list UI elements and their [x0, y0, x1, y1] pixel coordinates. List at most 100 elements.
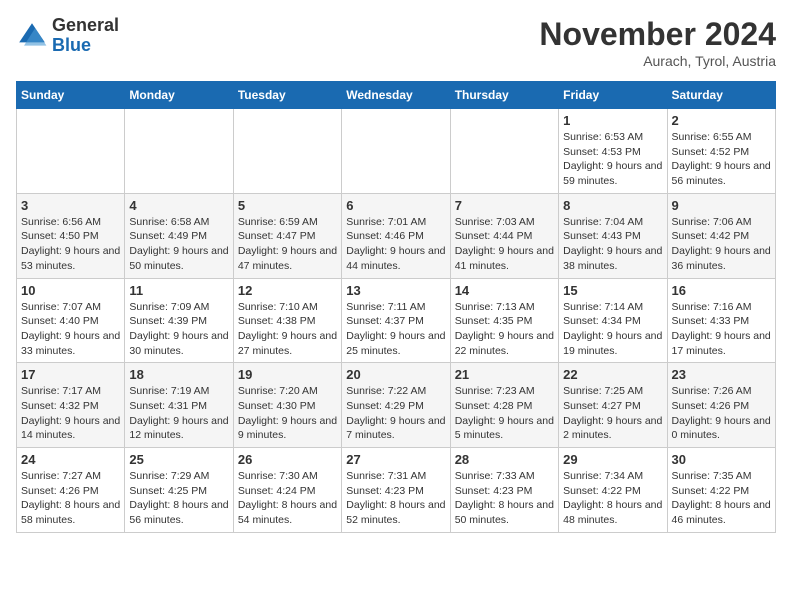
day-info: Sunrise: 7:16 AM Sunset: 4:33 PM Dayligh… — [672, 300, 771, 359]
day-number: 6 — [346, 198, 445, 213]
calendar-cell: 14 Sunrise: 7:13 AM Sunset: 4:35 PM Dayli… — [450, 278, 558, 363]
calendar-cell — [125, 109, 233, 194]
day-number: 3 — [21, 198, 120, 213]
day-info: Sunrise: 7:01 AM Sunset: 4:46 PM Dayligh… — [346, 215, 445, 274]
calendar-cell: 8 Sunrise: 7:04 AM Sunset: 4:43 PM Daylig… — [559, 193, 667, 278]
calendar-cell: 3 Sunrise: 6:56 AM Sunset: 4:50 PM Daylig… — [17, 193, 125, 278]
day-number: 29 — [563, 452, 662, 467]
day-number: 19 — [238, 367, 337, 382]
day-info: Sunrise: 7:31 AM Sunset: 4:23 PM Dayligh… — [346, 469, 445, 528]
day-number: 28 — [455, 452, 554, 467]
calendar-cell: 19 Sunrise: 7:20 AM Sunset: 4:30 PM Dayli… — [233, 363, 341, 448]
day-info: Sunrise: 6:53 AM Sunset: 4:53 PM Dayligh… — [563, 130, 662, 189]
day-number: 27 — [346, 452, 445, 467]
day-info: Sunrise: 7:20 AM Sunset: 4:30 PM Dayligh… — [238, 384, 337, 443]
day-info: Sunrise: 7:25 AM Sunset: 4:27 PM Dayligh… — [563, 384, 662, 443]
calendar-cell: 30 Sunrise: 7:35 AM Sunset: 4:22 PM Dayli… — [667, 448, 775, 533]
day-info: Sunrise: 7:30 AM Sunset: 4:24 PM Dayligh… — [238, 469, 337, 528]
day-number: 2 — [672, 113, 771, 128]
logo-text: General Blue — [52, 16, 119, 56]
calendar-cell: 20Sunrise: 7:22 AM Sunset: 4:29 PM Dayli… — [342, 363, 450, 448]
day-info: Sunrise: 7:19 AM Sunset: 4:31 PM Dayligh… — [129, 384, 228, 443]
day-info: Sunrise: 7:06 AM Sunset: 4:42 PM Dayligh… — [672, 215, 771, 274]
calendar-cell: 15Sunrise: 7:14 AM Sunset: 4:34 PM Dayli… — [559, 278, 667, 363]
calendar-cell: 12Sunrise: 7:10 AM Sunset: 4:38 PM Dayli… — [233, 278, 341, 363]
day-info: Sunrise: 6:59 AM Sunset: 4:47 PM Dayligh… — [238, 215, 337, 274]
logo: General Blue — [16, 16, 119, 56]
calendar-week-4: 17 Sunrise: 7:17 AM Sunset: 4:32 PM Dayli… — [17, 363, 776, 448]
day-info: Sunrise: 7:27 AM Sunset: 4:26 PM Dayligh… — [21, 469, 120, 528]
day-number: 30 — [672, 452, 771, 467]
calendar-cell: 29 Sunrise: 7:34 AM Sunset: 4:22 PM Dayli… — [559, 448, 667, 533]
weekday-header-tuesday: Tuesday — [233, 82, 341, 109]
calendar-cell: 13Sunrise: 7:11 AM Sunset: 4:37 PM Dayli… — [342, 278, 450, 363]
day-info: Sunrise: 7:29 AM Sunset: 4:25 PM Dayligh… — [129, 469, 228, 528]
calendar-cell — [342, 109, 450, 194]
day-info: Sunrise: 7:13 AM Sunset: 4:35 PM Dayligh… — [455, 300, 554, 359]
day-number: 22 — [563, 367, 662, 382]
calendar-cell: 28Sunrise: 7:33 AM Sunset: 4:23 PM Dayli… — [450, 448, 558, 533]
day-info: Sunrise: 7:04 AM Sunset: 4:43 PM Dayligh… — [563, 215, 662, 274]
weekday-header-thursday: Thursday — [450, 82, 558, 109]
day-number: 4 — [129, 198, 228, 213]
month-title: November 2024 — [539, 16, 776, 53]
calendar-cell — [233, 109, 341, 194]
location: Aurach, Tyrol, Austria — [539, 53, 776, 69]
day-number: 5 — [238, 198, 337, 213]
weekday-header-sunday: Sunday — [17, 82, 125, 109]
calendar-cell: 10Sunrise: 7:07 AM Sunset: 4:40 PM Dayli… — [17, 278, 125, 363]
day-number: 1 — [563, 113, 662, 128]
day-number: 8 — [563, 198, 662, 213]
day-info: Sunrise: 7:35 AM Sunset: 4:22 PM Dayligh… — [672, 469, 771, 528]
weekday-header-saturday: Saturday — [667, 82, 775, 109]
calendar-table: SundayMondayTuesdayWednesdayThursdayFrid… — [16, 81, 776, 533]
calendar-cell — [17, 109, 125, 194]
day-number: 21 — [455, 367, 554, 382]
calendar-cell: 26 Sunrise: 7:30 AM Sunset: 4:24 PM Dayli… — [233, 448, 341, 533]
day-number: 18 — [129, 367, 228, 382]
calendar-cell: 1 Sunrise: 6:53 AM Sunset: 4:53 PM Daylig… — [559, 109, 667, 194]
weekday-header-monday: Monday — [125, 82, 233, 109]
day-info: Sunrise: 7:23 AM Sunset: 4:28 PM Dayligh… — [455, 384, 554, 443]
calendar-cell — [450, 109, 558, 194]
day-number: 16 — [672, 283, 771, 298]
calendar-cell: 16 Sunrise: 7:16 AM Sunset: 4:33 PM Dayli… — [667, 278, 775, 363]
day-number: 11 — [129, 283, 228, 298]
day-number: 7 — [455, 198, 554, 213]
day-info: Sunrise: 7:10 AM Sunset: 4:38 PM Dayligh… — [238, 300, 337, 359]
calendar-cell: 5 Sunrise: 6:59 AM Sunset: 4:47 PM Daylig… — [233, 193, 341, 278]
calendar-cell: 25Sunrise: 7:29 AM Sunset: 4:25 PM Dayli… — [125, 448, 233, 533]
logo-line2: Blue — [52, 36, 119, 56]
weekday-header-friday: Friday — [559, 82, 667, 109]
day-info: Sunrise: 7:17 AM Sunset: 4:32 PM Dayligh… — [21, 384, 120, 443]
weekday-header-row: SundayMondayTuesdayWednesdayThursdayFrid… — [17, 82, 776, 109]
calendar-week-2: 3 Sunrise: 6:56 AM Sunset: 4:50 PM Daylig… — [17, 193, 776, 278]
day-number: 10 — [21, 283, 120, 298]
calendar-cell: 21 Sunrise: 7:23 AM Sunset: 4:28 PM Dayli… — [450, 363, 558, 448]
page-header: General Blue November 2024 Aurach, Tyrol… — [16, 16, 776, 69]
day-number: 17 — [21, 367, 120, 382]
logo-line1: General — [52, 16, 119, 36]
calendar-cell: 27 Sunrise: 7:31 AM Sunset: 4:23 PM Dayli… — [342, 448, 450, 533]
day-number: 14 — [455, 283, 554, 298]
day-number: 24 — [21, 452, 120, 467]
day-info: Sunrise: 6:56 AM Sunset: 4:50 PM Dayligh… — [21, 215, 120, 274]
logo-icon — [16, 20, 48, 52]
calendar-week-5: 24 Sunrise: 7:27 AM Sunset: 4:26 PM Dayli… — [17, 448, 776, 533]
day-info: Sunrise: 7:34 AM Sunset: 4:22 PM Dayligh… — [563, 469, 662, 528]
day-info: Sunrise: 7:09 AM Sunset: 4:39 PM Dayligh… — [129, 300, 228, 359]
day-number: 26 — [238, 452, 337, 467]
calendar-cell: 17 Sunrise: 7:17 AM Sunset: 4:32 PM Dayli… — [17, 363, 125, 448]
calendar-cell: 7Sunrise: 7:03 AM Sunset: 4:44 PM Daylig… — [450, 193, 558, 278]
day-number: 9 — [672, 198, 771, 213]
calendar-cell: 24 Sunrise: 7:27 AM Sunset: 4:26 PM Dayli… — [17, 448, 125, 533]
calendar-cell: 6 Sunrise: 7:01 AM Sunset: 4:46 PM Daylig… — [342, 193, 450, 278]
day-info: Sunrise: 7:11 AM Sunset: 4:37 PM Dayligh… — [346, 300, 445, 359]
calendar-cell: 2Sunrise: 6:55 AM Sunset: 4:52 PM Daylig… — [667, 109, 775, 194]
title-block: November 2024 Aurach, Tyrol, Austria — [539, 16, 776, 69]
day-number: 15 — [563, 283, 662, 298]
calendar-cell: 18 Sunrise: 7:19 AM Sunset: 4:31 PM Dayli… — [125, 363, 233, 448]
day-number: 23 — [672, 367, 771, 382]
day-number: 20 — [346, 367, 445, 382]
calendar-week-3: 10Sunrise: 7:07 AM Sunset: 4:40 PM Dayli… — [17, 278, 776, 363]
